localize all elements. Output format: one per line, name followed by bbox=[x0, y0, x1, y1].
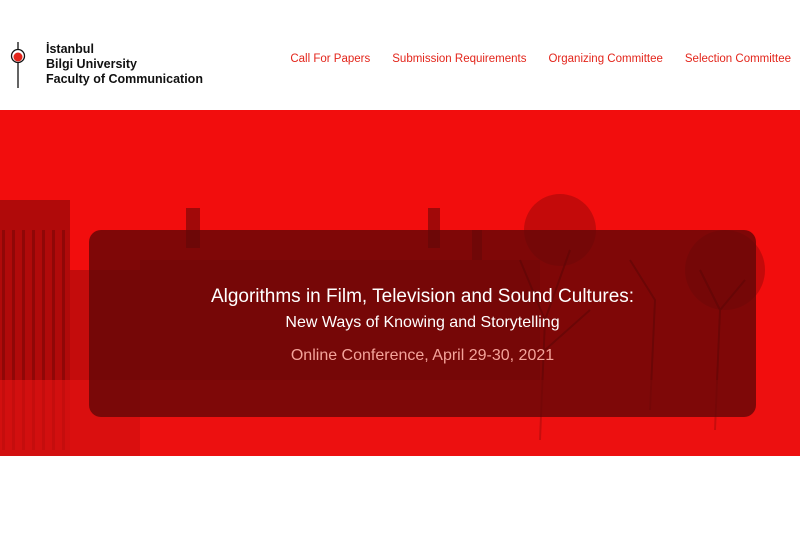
nav-call-for-papers[interactable]: Call For Papers bbox=[290, 53, 370, 65]
main-nav: Call For Papers Submission Requirements … bbox=[290, 53, 791, 65]
logo-line-university: Bilgi University bbox=[46, 57, 137, 71]
conference-subtitle: New Ways of Knowing and Storytelling bbox=[285, 314, 560, 331]
page-footer-area bbox=[0, 456, 800, 533]
university-logo[interactable]: İstanbul Bilgi University Faculty of Com… bbox=[8, 42, 203, 92]
logo-text: İstanbul Bilgi University Faculty of Com… bbox=[46, 42, 203, 87]
hero-banner: Algorithms in Film, Television and Sound… bbox=[0, 110, 800, 456]
bilgi-logo-icon bbox=[8, 42, 34, 92]
conference-date: Online Conference, April 29-30, 2021 bbox=[290, 347, 555, 364]
nav-organizing-committee[interactable]: Organizing Committee bbox=[548, 53, 662, 65]
logo-line-faculty: Faculty of Communication bbox=[46, 72, 203, 86]
nav-submission-requirements[interactable]: Submission Requirements bbox=[392, 53, 526, 65]
site-header: İstanbul Bilgi University Faculty of Com… bbox=[0, 0, 800, 110]
hero-overlay-card: Algorithms in Film, Television and Sound… bbox=[89, 230, 756, 417]
nav-selection-committee[interactable]: Selection Committee bbox=[685, 53, 791, 65]
logo-line-istanbul: İstanbul bbox=[46, 42, 94, 56]
conference-title: Algorithms in Film, Television and Sound… bbox=[210, 286, 635, 307]
